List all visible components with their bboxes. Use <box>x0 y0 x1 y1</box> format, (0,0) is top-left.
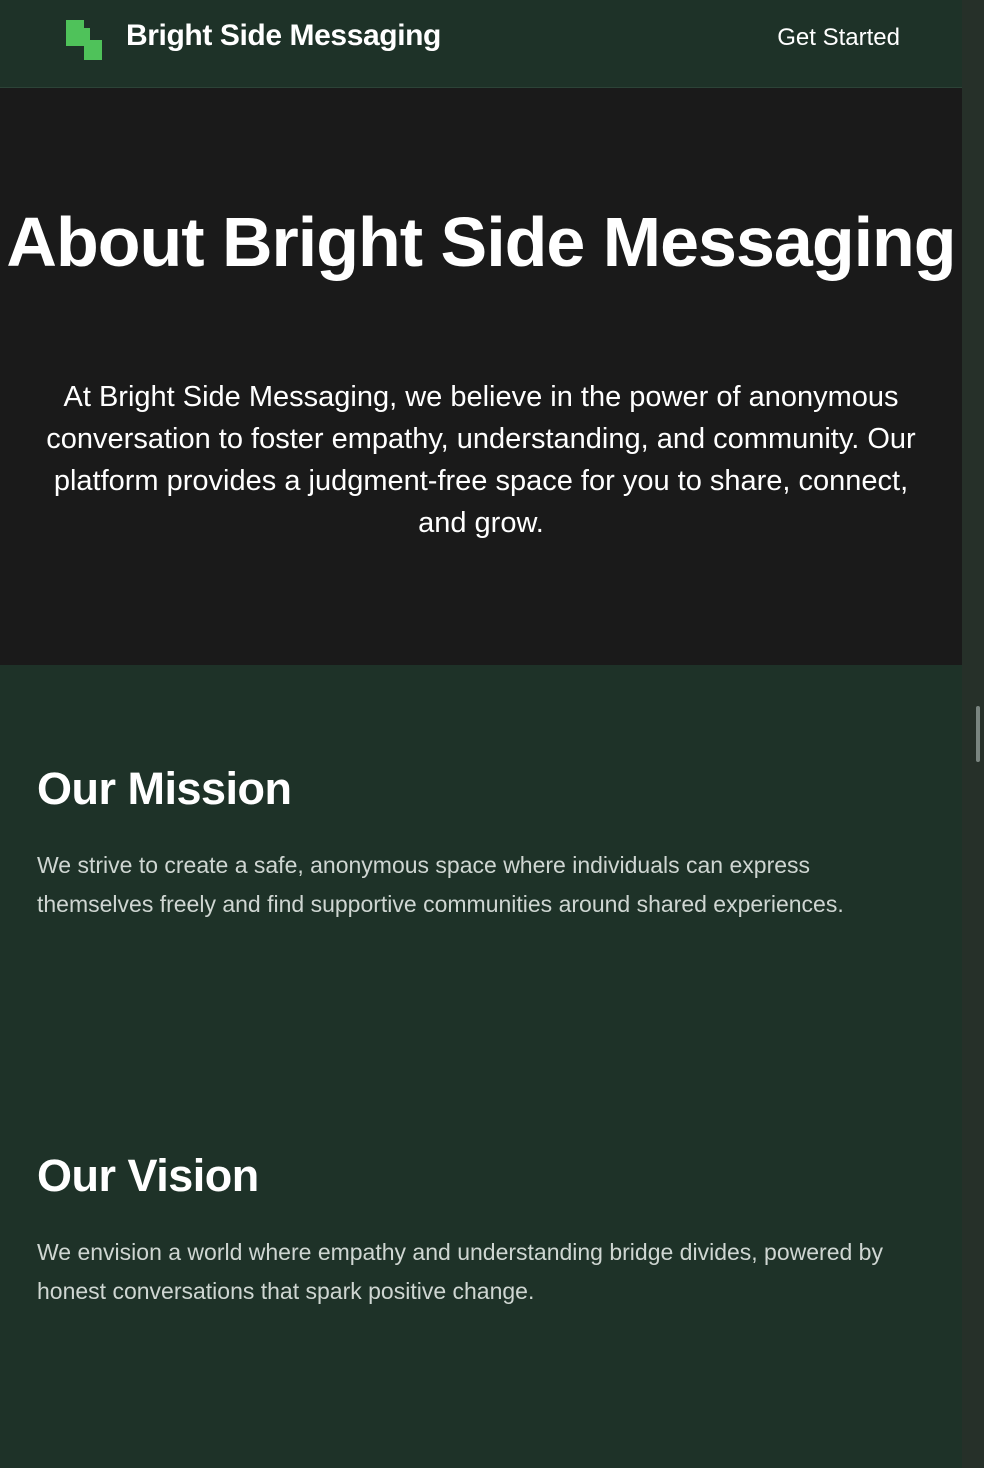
vision-section: Our Vision We envision a world where emp… <box>37 1150 917 1311</box>
hero-description: At Bright Side Messaging, we believe in … <box>46 381 916 539</box>
stacked-squares-logo-icon[interactable] <box>66 20 102 60</box>
page: Bright Side Messaging Get Started About … <box>0 0 984 1468</box>
brand-name[interactable]: Bright Side Messaging <box>126 19 441 53</box>
logo-square-bottom <box>84 40 102 60</box>
hero-section: About Bright Side Messaging At Bright Si… <box>0 88 962 665</box>
page-title: About Bright Side Messaging <box>6 203 956 281</box>
site-header: Bright Side Messaging Get Started <box>0 0 962 88</box>
mission-body: We strive to create a safe, anonymous sp… <box>37 852 844 917</box>
get-started-link[interactable]: Get Started <box>777 24 900 52</box>
vision-heading: Our Vision <box>37 1150 259 1201</box>
vision-body: We envision a world where empathy and un… <box>37 1239 883 1304</box>
scrollbar-thumb[interactable] <box>976 706 980 762</box>
page-scrollbar[interactable] <box>962 0 984 1468</box>
mission-section: Our Mission We strive to create a safe, … <box>37 763 917 924</box>
main-content: Bright Side Messaging Get Started About … <box>0 0 962 1468</box>
mission-heading: Our Mission <box>37 763 292 814</box>
